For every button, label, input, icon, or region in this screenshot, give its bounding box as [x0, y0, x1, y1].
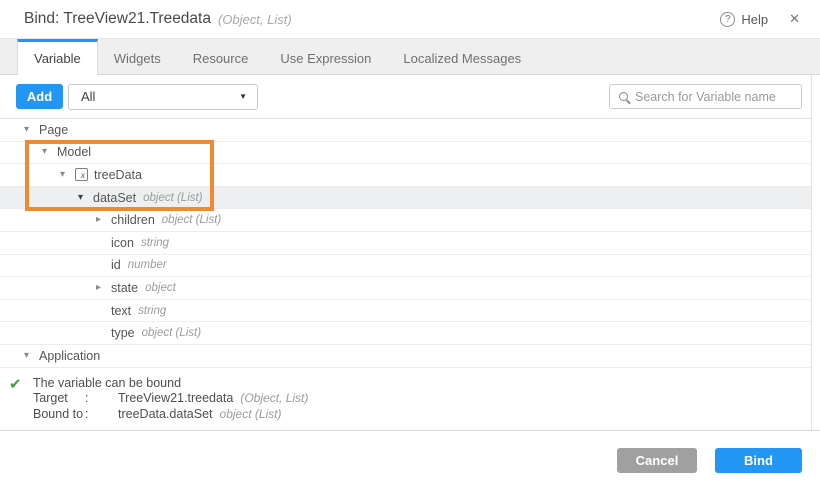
- expand-arrow-icon[interactable]: ▸: [96, 282, 111, 293]
- collapse-arrow-icon[interactable]: ▾: [24, 350, 39, 361]
- tree-node-label: dataSet: [93, 190, 137, 205]
- tree-node-type: object (List): [161, 214, 222, 227]
- chevron-down-icon: ▼: [239, 92, 247, 101]
- cancel-button[interactable]: Cancel: [617, 447, 697, 473]
- tab-label: Resource: [192, 51, 249, 66]
- bind-dialog: Bind: TreeView21.Treedata (Object, List)…: [0, 0, 820, 489]
- tree-node-type: string: [140, 236, 170, 249]
- status-target-value: TreeView21.treedata: [118, 391, 234, 406]
- dialog-title: Bind: TreeView21.Treedata: [24, 10, 211, 27]
- variable-tree: ▾ Page ▾ Model ▾ x treeData ▾ dataSet object (Lis…: [0, 119, 811, 368]
- status-colon: :: [85, 406, 89, 421]
- dialog-header: Bind: TreeView21.Treedata (Object, List)…: [0, 0, 820, 38]
- tree-row-icon[interactable]: icon string: [0, 231, 811, 255]
- success-check-icon: ✔: [9, 375, 22, 393]
- tab-widgets[interactable]: Widgets: [98, 39, 177, 75]
- tree-node-label: icon: [111, 235, 134, 250]
- add-button[interactable]: Add: [16, 84, 63, 109]
- tree-node-label: text: [111, 303, 132, 318]
- collapse-arrow-icon[interactable]: ▾: [60, 169, 75, 180]
- tree-row-Model[interactable]: ▾ Model: [0, 141, 811, 165]
- tree-row-state[interactable]: ▸ state object: [0, 277, 811, 300]
- tree-node-label: type: [111, 326, 135, 341]
- tree-row-children[interactable]: ▸ children object (List): [0, 209, 811, 232]
- variable-icon: x: [75, 168, 88, 182]
- search-box[interactable]: [609, 84, 802, 109]
- tree-node-label: Model: [57, 145, 92, 160]
- bind-status: ✔ The variable can be bound Target : Tre…: [0, 368, 811, 430]
- collapse-arrow-icon[interactable]: ▾: [78, 192, 93, 203]
- tree-node-label: children: [111, 213, 155, 228]
- status-target-label: Target: [33, 391, 68, 406]
- tree-row-id[interactable]: id number: [0, 254, 811, 278]
- status-boundto-type: object (List): [219, 406, 282, 421]
- variable-toolbar: Add All ▼: [0, 75, 811, 119]
- status-message: The variable can be bound: [33, 375, 182, 390]
- dialog-title-type: (Object, List): [217, 11, 292, 27]
- status-boundto-label: Bound to: [33, 406, 84, 421]
- tree-node-type: string: [138, 304, 167, 317]
- tab-variable[interactable]: Variable: [17, 39, 98, 75]
- tree-node-label: Page: [39, 122, 69, 137]
- status-colon: :: [85, 391, 89, 406]
- expand-arrow-icon[interactable]: ▸: [96, 215, 111, 225]
- search-input[interactable]: [635, 89, 796, 104]
- tab-label: Use Expression: [280, 51, 372, 66]
- tab-resource[interactable]: Resource: [177, 39, 265, 75]
- filter-selected-value: All: [81, 89, 96, 104]
- search-icon: [619, 92, 628, 101]
- tree-node-label: state: [111, 280, 139, 295]
- tab-label: Widgets: [113, 51, 161, 66]
- tree-row-Page[interactable]: ▾ Page: [0, 119, 811, 142]
- tree-row-type[interactable]: type object (List): [0, 322, 811, 345]
- tree-node-type: object (List): [143, 191, 203, 204]
- status-target-row: Target : TreeView21.treedata (Object, Li…: [33, 391, 811, 407]
- status-boundto-value: treeData.dataSet: [118, 406, 213, 421]
- tab-content: Add All ▼ ▾Page▾Model▾xtreeData▾dataSeto…: [0, 75, 812, 430]
- tree-node-label: treeData: [94, 167, 142, 182]
- tab-label: Variable: [34, 51, 81, 66]
- tree-node-type: object: [145, 281, 176, 294]
- help-button[interactable]: ? Help: [720, 11, 769, 27]
- status-target-type: (Object, List): [240, 391, 309, 406]
- tab-use-expression[interactable]: Use Expression: [264, 39, 387, 75]
- collapse-arrow-icon[interactable]: ▾: [24, 124, 39, 135]
- tree-row-dataSet[interactable]: ▾ dataSet object (List): [0, 186, 811, 210]
- dialog-footer: Cancel Bind: [0, 430, 820, 488]
- tree-node-label: Application: [39, 348, 101, 363]
- tab-bar: Variable Widgets Resource Use Expression…: [0, 38, 820, 75]
- tree-row-treeData[interactable]: ▾ x treeData: [0, 164, 811, 187]
- help-label: Help: [741, 11, 769, 27]
- tree-node-label: id: [111, 258, 121, 273]
- help-icon: ?: [720, 11, 736, 27]
- status-boundto-row: Bound to : treeData.dataSet object (List…: [33, 407, 811, 423]
- header-actions: ? Help ✕: [720, 11, 800, 27]
- close-icon[interactable]: ✕: [789, 11, 800, 27]
- variable-filter-select[interactable]: All ▼: [68, 83, 258, 110]
- tree-node-type: object (List): [141, 327, 202, 340]
- tab-label: Localized Messages: [403, 51, 522, 66]
- tree-row-text[interactable]: text string: [0, 299, 811, 323]
- bind-button[interactable]: Bind: [715, 447, 802, 473]
- tree-node-type: number: [127, 259, 167, 272]
- tab-localized-messages[interactable]: Localized Messages: [387, 39, 537, 75]
- footer-buttons: Cancel Bind: [617, 447, 802, 473]
- tree-row-Application[interactable]: ▾ Application: [0, 344, 811, 368]
- collapse-arrow-icon[interactable]: ▾: [42, 147, 57, 157]
